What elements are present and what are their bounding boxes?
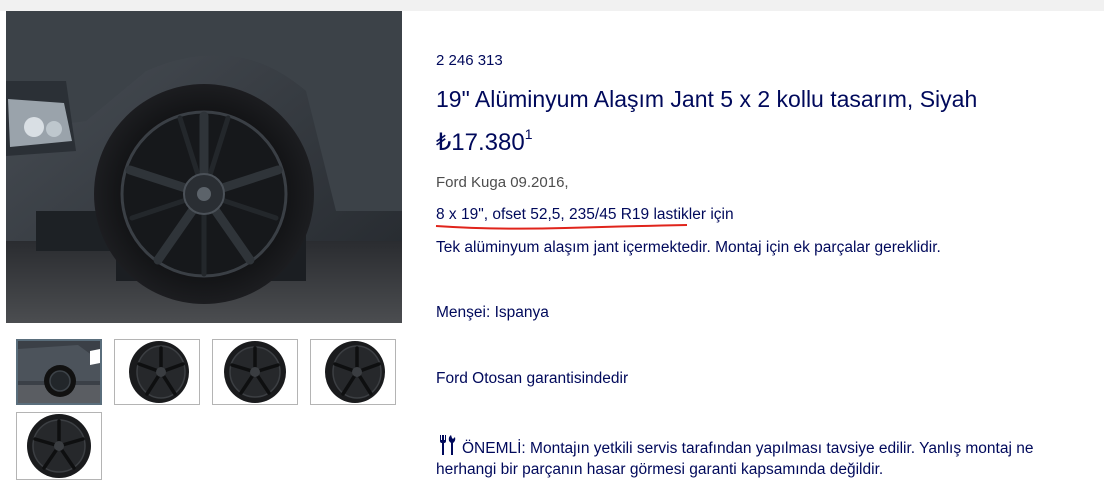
important-text: ÖNEMLİ: Montajın yetkili servis tarafınd… (462, 440, 1034, 457)
tools-icon (440, 435, 456, 455)
thumbnail-wheel-front-2[interactable] (16, 412, 102, 480)
product-sku: 2 246 313 (436, 52, 503, 69)
price-value: ₺17.380 (436, 129, 525, 156)
vehicle-model: Ford Kuga 09.2016, (436, 174, 569, 191)
product-price: ₺17.3801 (436, 126, 533, 157)
product-warranty: Ford Otosan garantisindedir (436, 370, 629, 387)
price-footnote: 1 (524, 126, 533, 142)
wheel-spec-text: 8 x 19", ofset 52,5, 235/45 R19 lastikle… (436, 206, 734, 223)
red-underline-annotation (435, 224, 688, 230)
page-top-bar (0, 0, 1104, 11)
thumbnail-car-side[interactable] (16, 339, 102, 405)
thumbnail-wheel-angle[interactable] (114, 339, 200, 405)
wheel-spec: 8 x 19", ofset 52,5, 235/45 R19 lastikle… (435, 206, 734, 230)
important-text-continued: herhangi bir parçanın hasar görmesi gara… (436, 461, 884, 478)
product-title: 19" Alüminyum Alaşım Jant 5 x 2 kollu ta… (436, 86, 978, 112)
thumbnail-wheel-front[interactable] (212, 339, 298, 405)
thumbnail-wheel-angle-2[interactable] (310, 339, 396, 405)
product-origin: Menşei: Ispanya (436, 304, 549, 321)
important-note: ÖNEMLİ: Montajın yetkili servis tarafınd… (436, 434, 1033, 458)
main-product-image (6, 11, 402, 323)
product-description: Tek alüminyum alaşım jant içermektedir. … (436, 239, 941, 256)
